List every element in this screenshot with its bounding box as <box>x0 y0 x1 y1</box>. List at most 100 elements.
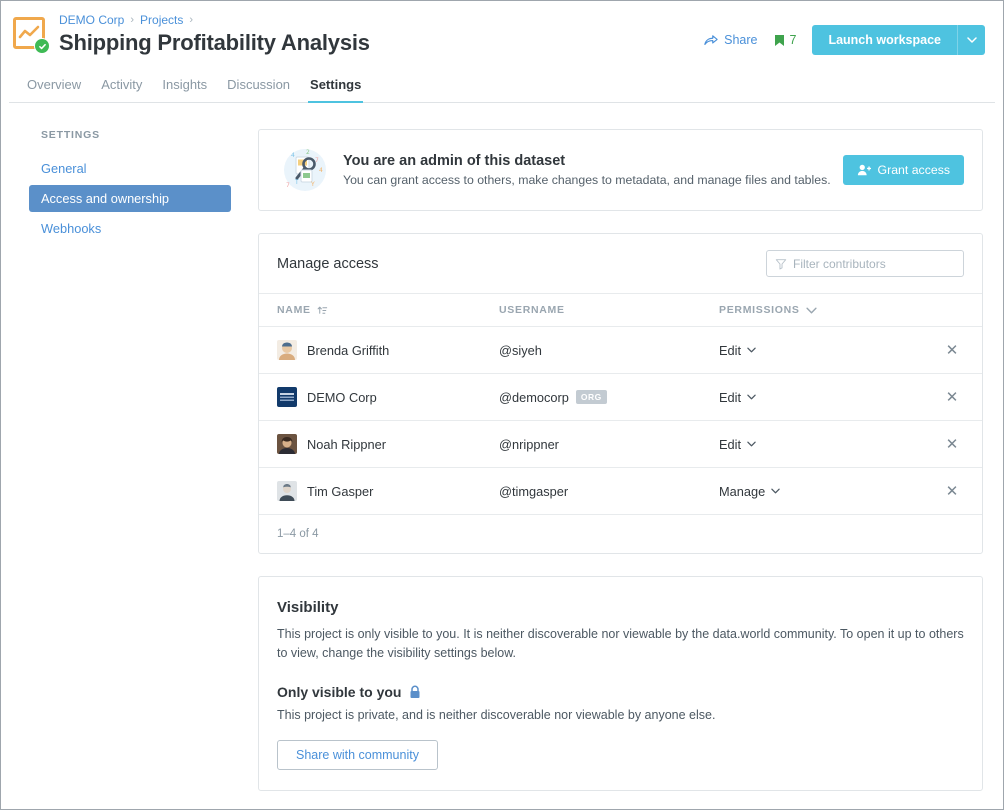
row-remove-cell[interactable]: ✕ <box>922 326 982 374</box>
close-icon[interactable]: ✕ <box>946 484 959 499</box>
breadcrumb-item-org[interactable]: DEMO Corp <box>59 13 124 27</box>
row-name-label: Tim Gasper <box>307 483 374 499</box>
row-remove-cell[interactable]: ✕ <box>922 467 982 515</box>
row-permission-label: Edit <box>719 342 742 358</box>
row-username-label: @timgasper <box>499 483 569 499</box>
main-tabs: Overview Activity Insights Discussion Se… <box>9 71 995 103</box>
row-remove-cell[interactable]: ✕ <box>922 420 982 468</box>
visibility-status-label: Only visible to you <box>277 683 402 700</box>
admin-banner-subtitle: You can grant access to others, make cha… <box>343 173 831 187</box>
column-header-name-label: NAME <box>277 304 311 316</box>
row-permission-label: Edit <box>719 389 742 405</box>
row-name-label: Noah Rippner <box>307 436 386 452</box>
grant-access-button[interactable]: Grant access <box>842 155 964 185</box>
row-username-cell: @democorp ORG <box>499 373 719 421</box>
manage-access-card: Manage access NAME <box>258 233 983 554</box>
admin-dataset-illustration: 4 7 4 7 T Y 2 <box>277 146 333 194</box>
avatar <box>277 434 297 454</box>
tab-discussion[interactable]: Discussion <box>217 71 300 102</box>
svg-text:T: T <box>294 179 299 186</box>
row-permission-cell[interactable]: Manage <box>719 467 922 515</box>
row-username-label: @siyeh <box>499 342 542 358</box>
row-username-cell: @siyeh <box>499 326 719 374</box>
lock-icon <box>410 685 420 698</box>
row-username-label: @democorp <box>499 389 569 405</box>
row-name-cell: Noah Rippner <box>259 420 499 468</box>
access-table: NAME USERNAME PERMISSIONS Brenda Griffit… <box>259 293 982 515</box>
row-name-label: Brenda Griffith <box>307 342 390 358</box>
org-badge: ORG <box>575 390 607 404</box>
header-actions: Share 7 Launch workspace <box>704 25 985 55</box>
row-username-label: @nrippner <box>499 436 559 452</box>
share-with-community-button[interactable]: Share with community <box>277 739 438 770</box>
row-permission-cell[interactable]: Edit <box>719 373 922 421</box>
sidebar-heading: SETTINGS <box>41 129 100 141</box>
access-table-head: NAME USERNAME PERMISSIONS <box>259 293 982 327</box>
close-icon[interactable]: ✕ <box>946 343 959 358</box>
admin-banner-title: You are an admin of this dataset <box>343 153 566 169</box>
column-header-permissions[interactable]: PERMISSIONS <box>719 293 922 327</box>
filter-contributors-input[interactable] <box>793 256 955 271</box>
breadcrumb-separator-2: › <box>189 14 194 26</box>
verified-check-icon <box>34 38 50 54</box>
avatar <box>277 387 297 407</box>
breadcrumb-separator: › <box>130 14 135 26</box>
tab-settings[interactable]: Settings <box>300 71 371 103</box>
sidebar-item-access-and-ownership[interactable]: Access and ownership <box>29 185 231 212</box>
visibility-title: Visibility <box>277 599 339 616</box>
row-permission-cell[interactable]: Edit <box>719 326 922 374</box>
close-icon[interactable]: ✕ <box>946 390 959 405</box>
sidebar-item-webhooks[interactable]: Webhooks <box>29 215 231 242</box>
chevron-down-icon <box>771 488 780 494</box>
sidebar-item-general[interactable]: General <box>29 155 231 182</box>
row-username-cell: @nrippner <box>499 420 719 468</box>
row-name-label: DEMO Corp <box>307 389 377 405</box>
bookmark-button[interactable]: 7 <box>774 33 796 47</box>
avatar <box>277 481 297 501</box>
svg-text:7: 7 <box>286 182 290 189</box>
row-permission-label: Edit <box>719 436 742 452</box>
page-body: SETTINGS General Access and ownership We… <box>1 103 1003 809</box>
pagination-label: 1–4 of 4 <box>277 528 319 540</box>
svg-text:4: 4 <box>319 167 323 174</box>
row-remove-cell[interactable]: ✕ <box>922 373 982 421</box>
tab-overview[interactable]: Overview <box>17 71 91 102</box>
access-table-header-row: NAME USERNAME PERMISSIONS <box>259 293 982 327</box>
chevron-down-icon <box>747 394 756 400</box>
visibility-status: Only visible to you <box>277 684 964 700</box>
row-permission-cell[interactable]: Edit <box>719 420 922 468</box>
admin-banner-card: 4 7 4 7 T Y 2 You are an admin of this d… <box>258 129 983 211</box>
filter-funnel-icon <box>775 258 787 269</box>
breadcrumb-item-projects[interactable]: Projects <box>140 13 183 27</box>
svg-text:4: 4 <box>291 152 295 159</box>
column-header-username[interactable]: USERNAME <box>499 293 719 327</box>
column-header-username-label: USERNAME <box>499 304 565 316</box>
grant-access-label: Grant access <box>877 163 950 177</box>
launch-workspace-button[interactable]: Launch workspace <box>812 25 957 55</box>
tab-insights[interactable]: Insights <box>152 71 217 102</box>
chevron-down-icon <box>806 307 817 313</box>
chevron-down-icon <box>747 347 756 353</box>
svg-text:2: 2 <box>306 149 310 156</box>
share-arrow-icon <box>704 35 718 45</box>
visibility-status-description: This project is private, and is neither … <box>277 707 716 722</box>
tab-activity[interactable]: Activity <box>91 71 152 102</box>
settings-content: 4 7 4 7 T Y 2 You are an admin of this d… <box>231 129 983 809</box>
row-name-cell: DEMO Corp <box>259 373 499 421</box>
row-name-cell: Tim Gasper <box>259 467 499 515</box>
table-row: Tim Gasper @timgasper Manage ✕ <box>259 467 982 515</box>
launch-workspace-group: Launch workspace <box>812 25 985 55</box>
page-header: DEMO Corp › Projects › Shipping Profitab… <box>1 1 1003 71</box>
sort-ascending-icon <box>317 306 327 314</box>
column-header-name[interactable]: NAME <box>259 293 499 327</box>
share-label: Share <box>724 33 758 47</box>
row-username-cell: @timgasper <box>499 467 719 515</box>
column-header-permissions-label: PERMISSIONS <box>719 304 800 316</box>
settings-sidebar: SETTINGS General Access and ownership We… <box>21 129 231 809</box>
table-row: Noah Rippner @nrippner Edit ✕ <box>259 420 982 468</box>
svg-text:Y: Y <box>310 181 315 188</box>
table-row: DEMO Corp @democorp ORG Edit ✕ <box>259 373 982 421</box>
close-icon[interactable]: ✕ <box>946 437 959 452</box>
launch-workspace-dropdown[interactable] <box>957 25 985 55</box>
share-button[interactable]: Share <box>704 33 758 47</box>
